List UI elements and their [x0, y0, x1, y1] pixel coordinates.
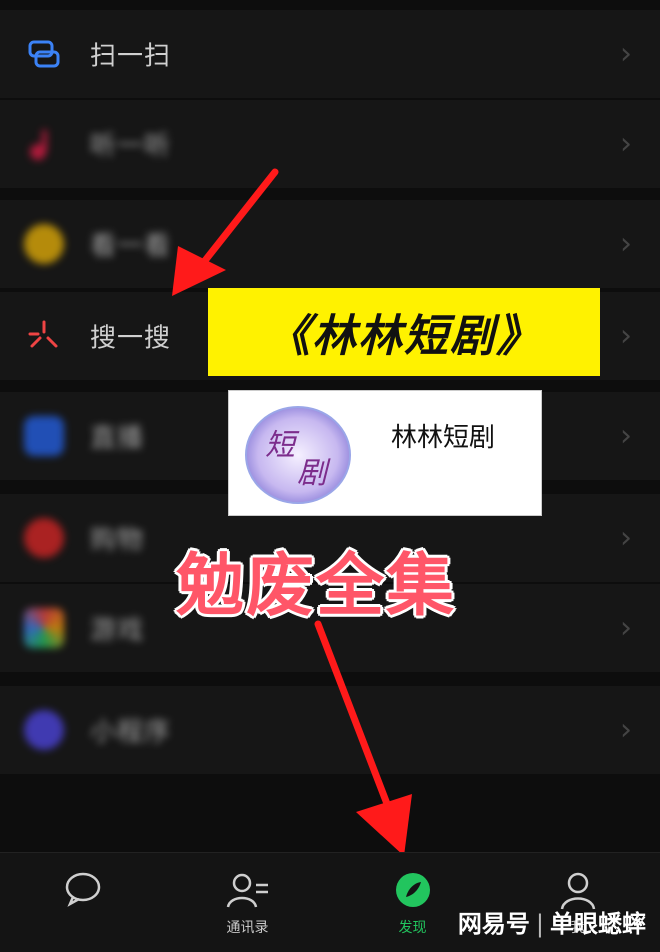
chevron-right-icon: › — [620, 610, 632, 646]
chevron-right-icon: › — [620, 36, 632, 72]
chevron-right-icon: › — [620, 318, 632, 354]
mini-program-icon — [24, 710, 64, 750]
chevron-right-icon: › — [620, 520, 632, 556]
discover-compass-icon — [395, 873, 430, 907]
chevron-right-icon: › — [620, 126, 632, 162]
watermark: 网易号 | 单眼蟋蟀 — [457, 910, 646, 938]
menu-item-scan[interactable]: 扫一扫 › — [0, 10, 660, 98]
tab-label: 通讯录 — [226, 920, 269, 936]
menu-item-label: 直播 — [90, 423, 145, 454]
menu-item-label: 小程序 — [90, 717, 172, 748]
chevron-right-icon: › — [620, 418, 632, 454]
logo-char-2: 剧 — [297, 456, 331, 491]
menu-item-label: 扫一扫 — [90, 41, 172, 72]
menu-item-label: 听一听 — [90, 131, 172, 162]
chat-bubble-icon — [65, 872, 100, 907]
chevron-right-icon: › — [620, 226, 632, 262]
game-icon — [24, 608, 64, 648]
live-icon — [24, 416, 64, 456]
watermark-right: 单眼蟋蟀 — [550, 910, 646, 938]
menu-item-label: 购物 — [90, 525, 145, 556]
search-result-card: 短 剧 林林短剧 — [228, 390, 542, 516]
shopping-icon — [24, 518, 64, 558]
logo-char-1: 短 — [265, 428, 300, 463]
title-banner: 《林林短剧》 — [208, 288, 600, 376]
headline-text: 勉废全集 — [176, 547, 457, 626]
menu-item-look[interactable]: 看一看 › — [0, 200, 660, 288]
tab-chats[interactable] — [0, 853, 165, 952]
tab-contacts[interactable]: 通讯录 — [165, 853, 330, 952]
chevron-right-icon: › — [620, 712, 632, 748]
menu-item-listen[interactable]: 听一听 › — [0, 100, 660, 188]
menu-item-label: 看一看 — [90, 231, 172, 262]
scan-icon — [28, 40, 60, 68]
menu-item-mini-program[interactable]: 小程序 › — [0, 686, 660, 774]
card-name: 林林短剧 — [391, 423, 496, 453]
contacts-icon — [226, 873, 268, 908]
look-icon — [24, 224, 64, 264]
search-star-icon — [28, 320, 58, 348]
watermark-left: 网易号 — [457, 910, 530, 938]
menu-item-label: 搜一搜 — [90, 323, 172, 354]
menu-item-label: 游戏 — [90, 615, 145, 646]
short-drama-logo: 短 剧 — [245, 406, 351, 504]
music-note-icon — [24, 124, 64, 164]
